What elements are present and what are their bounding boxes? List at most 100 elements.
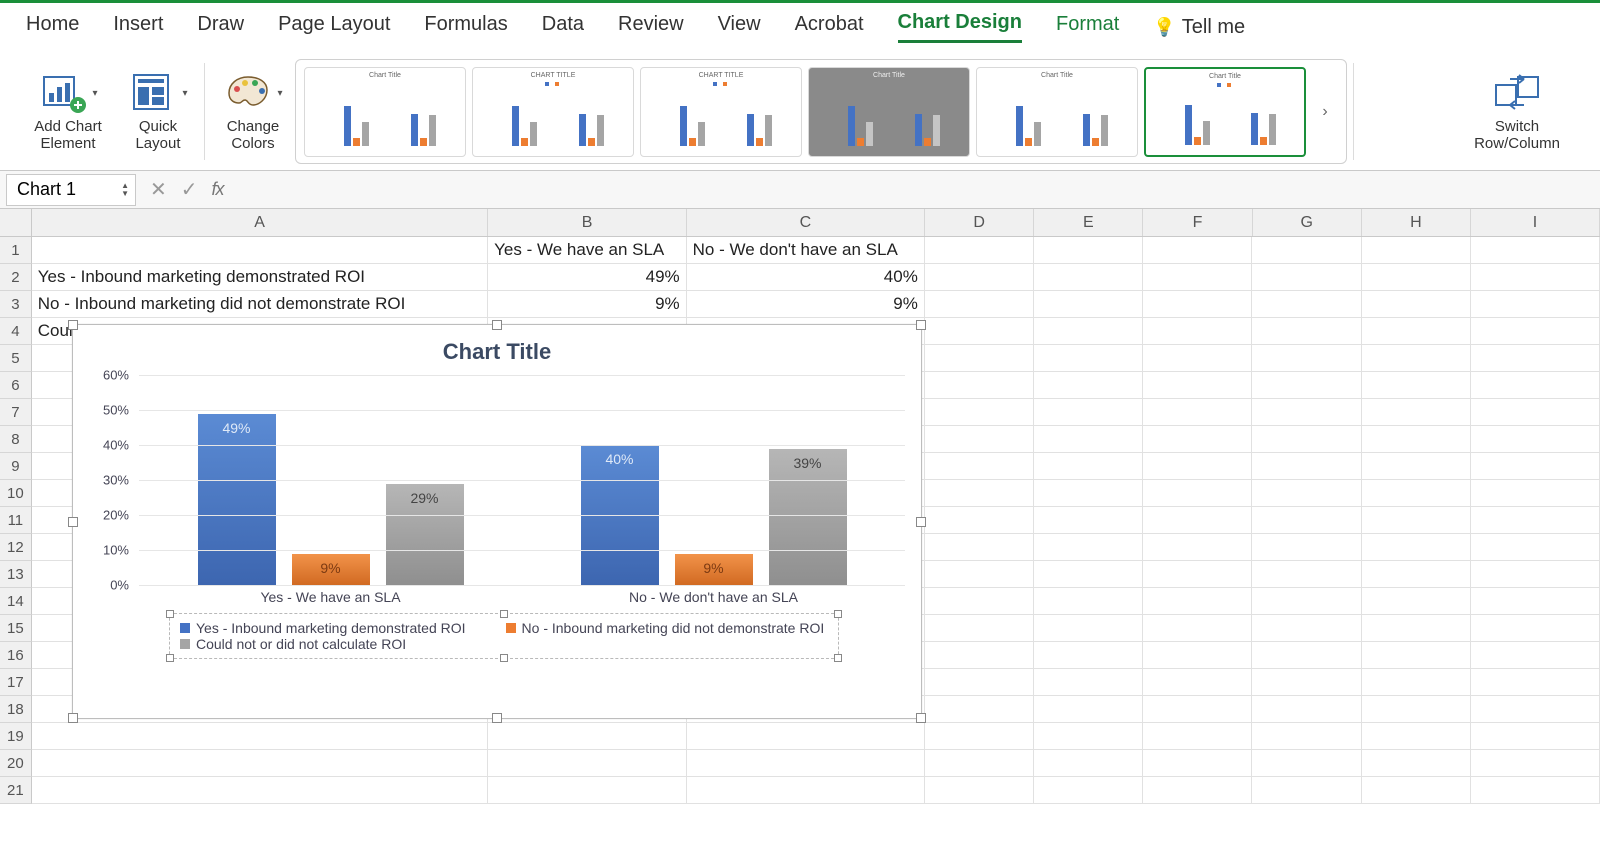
cell[interactable] xyxy=(925,534,1034,561)
cell[interactable] xyxy=(1034,480,1143,507)
cell[interactable] xyxy=(32,777,488,804)
cell[interactable] xyxy=(1143,291,1252,318)
resize-handle[interactable] xyxy=(500,654,508,662)
cell[interactable] xyxy=(1362,480,1471,507)
cell[interactable] xyxy=(1471,291,1600,318)
cell[interactable] xyxy=(1252,372,1361,399)
resize-handle[interactable] xyxy=(68,517,78,527)
cell[interactable] xyxy=(1362,426,1471,453)
tab-draw[interactable]: Draw xyxy=(197,13,244,42)
cell[interactable] xyxy=(925,264,1034,291)
chart-title[interactable]: Chart Title xyxy=(73,339,921,365)
cell[interactable] xyxy=(488,777,687,804)
cell[interactable] xyxy=(1252,723,1361,750)
cell[interactable] xyxy=(925,345,1034,372)
cell[interactable] xyxy=(687,777,925,804)
cell[interactable] xyxy=(1252,237,1361,264)
row-header[interactable]: 10 xyxy=(0,480,32,507)
resize-handle[interactable] xyxy=(916,713,926,723)
column-header[interactable]: F xyxy=(1143,209,1252,236)
cell[interactable] xyxy=(1471,588,1600,615)
tab-format[interactable]: Format xyxy=(1056,13,1119,42)
resize-handle[interactable] xyxy=(68,320,78,330)
tab-view[interactable]: View xyxy=(718,13,761,42)
cell[interactable] xyxy=(488,723,687,750)
cell[interactable] xyxy=(925,561,1034,588)
cell[interactable] xyxy=(925,696,1034,723)
cell[interactable] xyxy=(925,615,1034,642)
row-header[interactable]: 11 xyxy=(0,507,32,534)
cell[interactable] xyxy=(1143,777,1252,804)
cell[interactable] xyxy=(1471,453,1600,480)
chart-plot-area[interactable]: 0%10%20%30%40%50%60% 49%9%29%40%9%39% Ye… xyxy=(89,375,909,605)
select-all-corner[interactable] xyxy=(0,209,32,236)
column-header[interactable]: H xyxy=(1362,209,1471,236)
row-header[interactable]: 4 xyxy=(0,318,32,345)
tab-review[interactable]: Review xyxy=(618,13,684,42)
cell[interactable] xyxy=(1471,345,1600,372)
cell[interactable] xyxy=(1143,642,1252,669)
cell[interactable] xyxy=(1471,777,1600,804)
cell[interactable] xyxy=(1362,453,1471,480)
cell[interactable] xyxy=(1252,291,1361,318)
row-header[interactable]: 14 xyxy=(0,588,32,615)
cell[interactable] xyxy=(1471,318,1600,345)
chart-bar[interactable]: 39% xyxy=(769,449,847,586)
chart-bar[interactable]: 9% xyxy=(675,554,753,586)
chart-style-4[interactable]: Chart Title xyxy=(808,67,970,157)
cell[interactable] xyxy=(1471,399,1600,426)
tab-insert[interactable]: Insert xyxy=(113,13,163,42)
cell[interactable] xyxy=(1034,777,1143,804)
tab-page-layout[interactable]: Page Layout xyxy=(278,13,390,42)
cell[interactable] xyxy=(925,669,1034,696)
cell[interactable] xyxy=(1362,345,1471,372)
cell[interactable] xyxy=(1252,426,1361,453)
cell[interactable] xyxy=(925,453,1034,480)
cell[interactable] xyxy=(1034,318,1143,345)
cell[interactable] xyxy=(1252,507,1361,534)
cell[interactable]: 9% xyxy=(488,291,687,318)
cell[interactable] xyxy=(1471,561,1600,588)
chart-bar[interactable]: 49% xyxy=(198,414,276,586)
cell[interactable] xyxy=(1471,642,1600,669)
cell[interactable] xyxy=(1143,399,1252,426)
embedded-chart[interactable]: Chart Title 0%10%20%30%40%50%60% 49%9%29… xyxy=(72,324,922,719)
cell[interactable] xyxy=(925,588,1034,615)
cell[interactable] xyxy=(1143,507,1252,534)
resize-handle[interactable] xyxy=(834,654,842,662)
cell[interactable] xyxy=(1034,669,1143,696)
cell[interactable] xyxy=(1034,615,1143,642)
row-header[interactable]: 15 xyxy=(0,615,32,642)
accept-formula-button[interactable]: ✓ xyxy=(181,177,198,202)
cell[interactable] xyxy=(1034,723,1143,750)
cell[interactable] xyxy=(1252,750,1361,777)
row-header[interactable]: 2 xyxy=(0,264,32,291)
column-header[interactable]: E xyxy=(1034,209,1143,236)
cell[interactable] xyxy=(1362,291,1471,318)
add-chart-element-button[interactable]: ▾ Add Chart Element xyxy=(28,71,108,152)
cell[interactable] xyxy=(1362,723,1471,750)
cell[interactable] xyxy=(1034,588,1143,615)
cell[interactable] xyxy=(1143,696,1252,723)
cell[interactable] xyxy=(925,723,1034,750)
cell[interactable] xyxy=(32,750,488,777)
row-header[interactable]: 21 xyxy=(0,777,32,804)
cell[interactable] xyxy=(1471,615,1600,642)
cell[interactable] xyxy=(1362,615,1471,642)
chart-style-2[interactable]: CHART TITLE xyxy=(472,67,634,157)
row-header[interactable]: 6 xyxy=(0,372,32,399)
cell[interactable] xyxy=(1252,696,1361,723)
row-header[interactable]: 18 xyxy=(0,696,32,723)
cell[interactable] xyxy=(1362,237,1471,264)
chart-style-3[interactable]: CHART TITLE xyxy=(640,67,802,157)
cell[interactable]: Yes - We have an SLA xyxy=(488,237,687,264)
switch-row-column-button[interactable]: Switch Row/Column xyxy=(1462,71,1572,152)
cell[interactable] xyxy=(1252,345,1361,372)
cell[interactable] xyxy=(1252,588,1361,615)
cell[interactable] xyxy=(1471,372,1600,399)
chart-style-1[interactable]: Chart Title xyxy=(304,67,466,157)
cell[interactable] xyxy=(32,237,488,264)
cell[interactable] xyxy=(1034,453,1143,480)
column-header[interactable]: G xyxy=(1253,209,1362,236)
cell[interactable] xyxy=(925,642,1034,669)
